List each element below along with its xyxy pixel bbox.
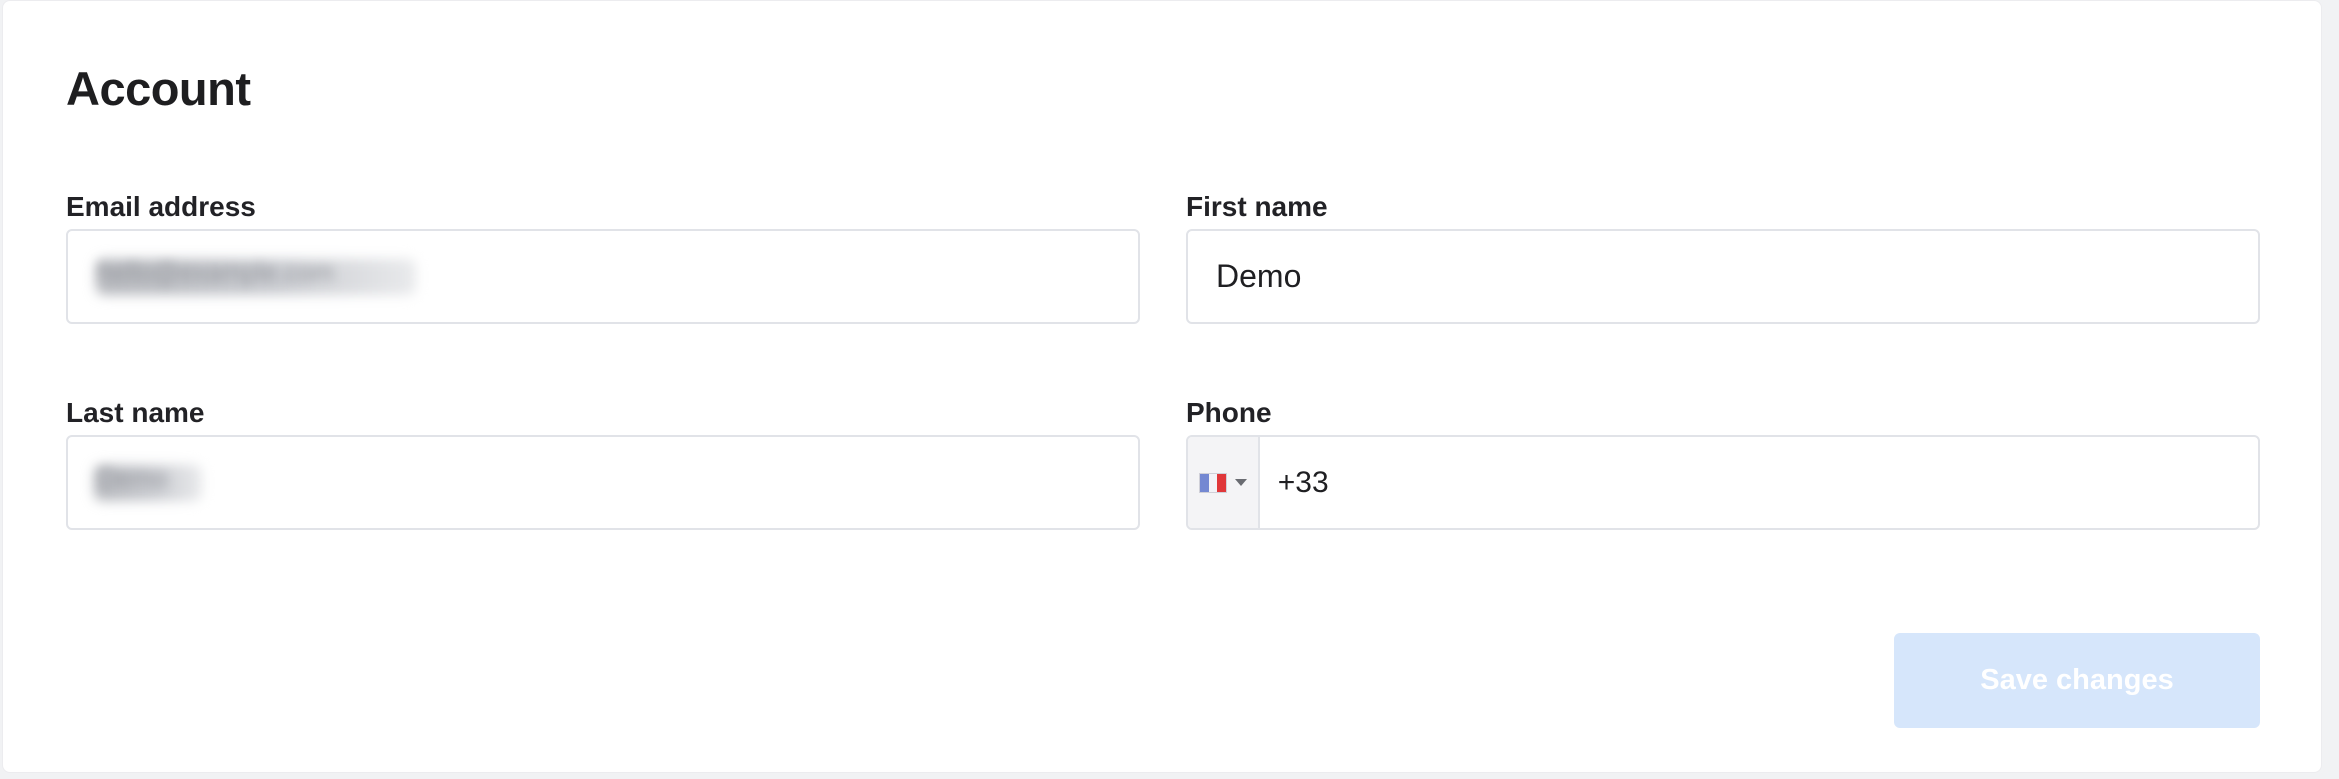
account-card: Account Email address hello@example.com … xyxy=(2,0,2322,773)
save-changes-button[interactable]: Save changes xyxy=(1894,633,2260,728)
first-name-field[interactable] xyxy=(1186,229,2260,324)
phone-field[interactable] xyxy=(1186,435,2260,530)
country-code-select[interactable] xyxy=(1188,437,1260,528)
email-hidden-text: hello@example.com xyxy=(98,257,334,287)
page-title: Account xyxy=(66,62,251,115)
phone-label: Phone xyxy=(1186,397,1272,428)
last-name-hidden-text: Demo xyxy=(98,463,168,493)
chevron-down-icon xyxy=(1234,479,1247,486)
first-name-label: First name xyxy=(1186,191,1328,222)
france-flag-icon xyxy=(1198,472,1227,493)
page-scroll-area xyxy=(2325,0,2339,779)
first-name-input[interactable] xyxy=(1188,231,2258,322)
last-name-label: Last name xyxy=(66,397,205,428)
email-field[interactable]: hello@example.com xyxy=(66,229,1140,324)
phone-input[interactable] xyxy=(1259,437,2258,528)
last-name-field[interactable]: Demo xyxy=(66,435,1140,530)
email-label: Email address xyxy=(66,191,256,222)
